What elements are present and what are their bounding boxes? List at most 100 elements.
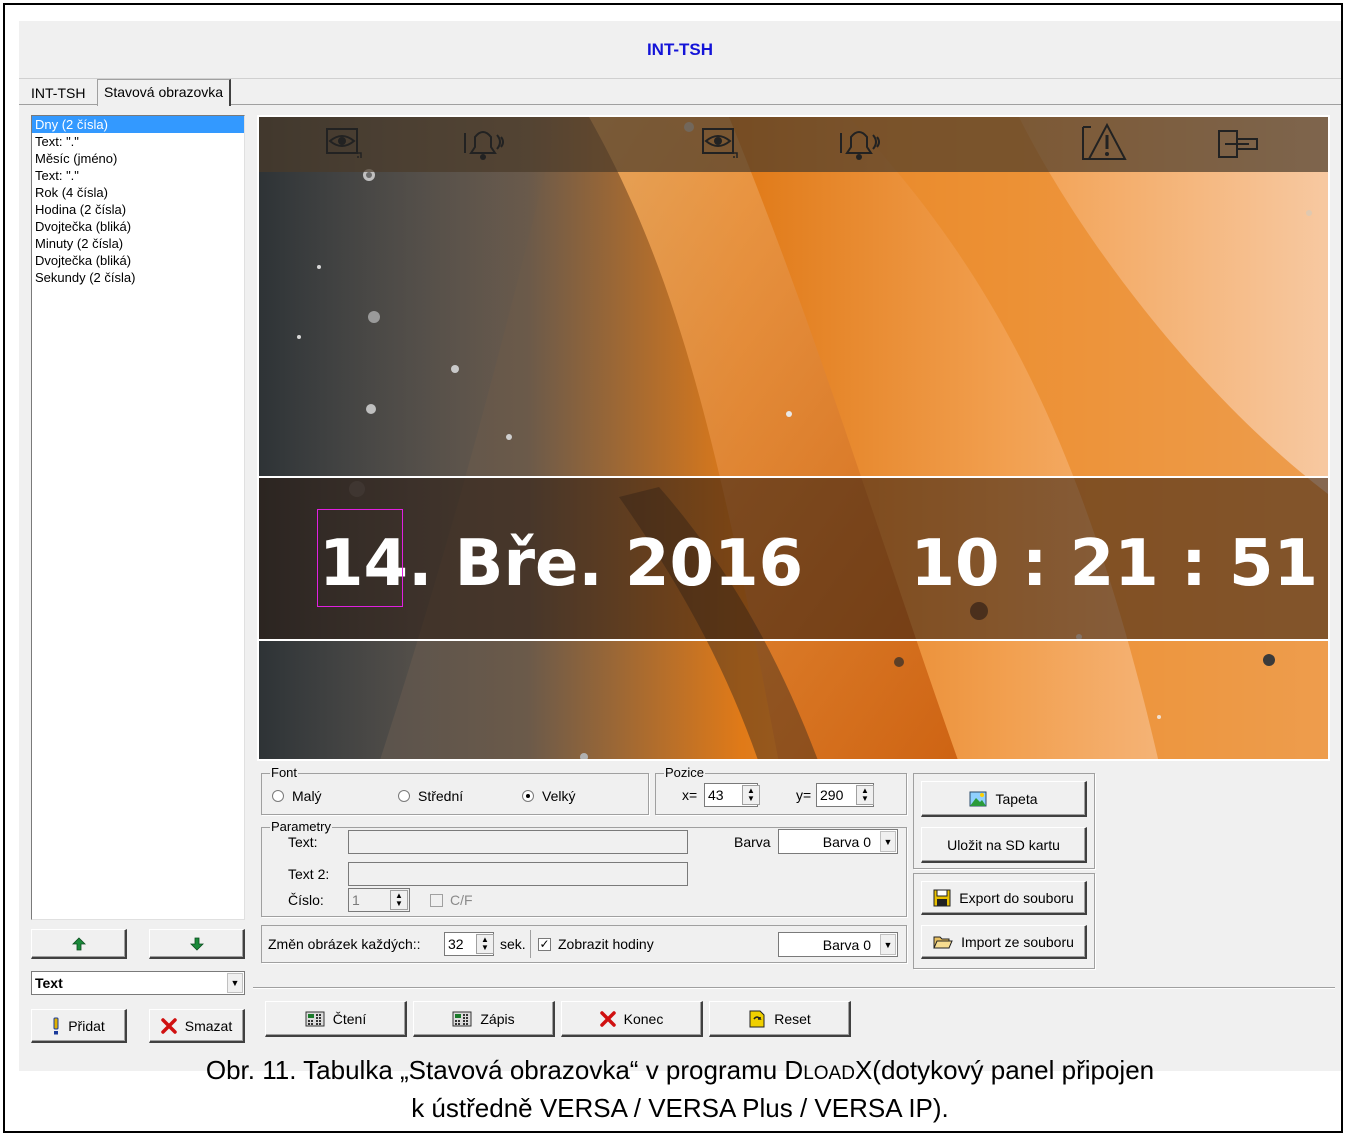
add-button-label: Přidat: [68, 1017, 105, 1034]
export-button-label: Export do souboru: [959, 889, 1074, 906]
position-group-label: Pozice: [664, 765, 706, 780]
show-clock-label: Zobrazit hodiny: [558, 936, 654, 952]
tab-strip: INT-TSH Stavová obrazovka: [19, 79, 1341, 106]
clock-color-select[interactable]: Barva 0 ▼: [778, 932, 898, 957]
move-down-button[interactable]: [149, 929, 245, 959]
app-window: INT-TSH INT-TSH Stavová obrazovka Dny (2…: [19, 21, 1341, 1071]
plug-icon: [1215, 127, 1263, 168]
color-select-value: Barva 0: [822, 833, 871, 850]
radio-indicator: [272, 790, 284, 802]
caption-smallcaps: LOAD: [803, 1063, 855, 1084]
params-group: Parametry Text: Barva Barva 0 ▼ Text 2: …: [261, 819, 907, 917]
list-item[interactable]: Dny (2 čísla): [32, 116, 244, 133]
font-small-label: Malý: [292, 788, 322, 804]
warning-icon: [1077, 121, 1129, 170]
element-type-value: Text: [35, 975, 63, 991]
delete-button[interactable]: Smazat: [149, 1009, 245, 1043]
folder-open-icon: [933, 934, 953, 950]
read-button-label: Čtení: [332, 1010, 367, 1027]
clock-color-value: Barva 0: [822, 936, 871, 953]
show-clock-checkbox[interactable]: ✓: [538, 938, 551, 951]
text-label: Text:: [288, 834, 318, 850]
tab-int-tsh[interactable]: INT-TSH: [25, 81, 91, 105]
divider: [530, 930, 531, 958]
exclamation-icon: [52, 1017, 60, 1035]
chevron-down-icon: ▼: [227, 973, 243, 993]
close-icon: [599, 1010, 616, 1027]
delete-button-label: Smazat: [184, 1017, 233, 1034]
chevron-down-icon: ▼: [880, 934, 896, 955]
text2-label: Text 2:: [288, 866, 330, 882]
read-button[interactable]: Čtení: [265, 1001, 407, 1037]
font-group: Font Malý Střední Velký: [261, 765, 649, 815]
caption-prefix: Obr. 11. Tabulka „Stavová obrazovka“ v p…: [205, 1055, 804, 1085]
tab-status-screen[interactable]: Stavová obrazovka: [97, 79, 232, 106]
list-item[interactable]: Text: ".": [32, 133, 244, 150]
save-sd-button[interactable]: Uložit na SD kartu: [921, 827, 1087, 863]
caption-line-1: Obr. 11. Tabulka „Stavová obrazovka“ v p…: [5, 1053, 1350, 1091]
selection-highlight-box: [317, 509, 403, 607]
y-spinner[interactable]: ▲ ▼: [856, 785, 874, 805]
list-item[interactable]: Minuty (2 čísla): [32, 235, 244, 252]
change-image-label: Změn obrázek každých::: [268, 936, 421, 952]
font-group-label: Font: [270, 765, 299, 780]
font-medium-radio[interactable]: Střední: [398, 788, 463, 804]
write-button-label: Zápis: [480, 1010, 515, 1027]
list-item[interactable]: Dvojtečka (bliká): [32, 218, 244, 235]
text2-field[interactable]: [348, 862, 688, 886]
write-button[interactable]: Zápis: [413, 1001, 555, 1037]
floppy-disk-icon: [933, 889, 951, 907]
color-select[interactable]: Barva 0 ▼: [778, 829, 898, 854]
reset-button[interactable]: Reset: [709, 1001, 851, 1037]
list-item[interactable]: Dvojtečka (bliká): [32, 252, 244, 269]
bell-icon: [461, 123, 509, 168]
cf-checkbox[interactable]: [430, 894, 443, 907]
caption-suffix: X(dotykový panel připojen: [854, 1055, 1155, 1085]
radio-indicator: [398, 790, 410, 802]
end-button-label: Konec: [623, 1010, 664, 1027]
element-type-select[interactable]: Text ▼: [31, 971, 245, 995]
caption-line-2: k ústředně VERSA / VERSA Plus / VERSA IP…: [411, 1093, 949, 1123]
list-item[interactable]: Rok (4 čísla): [32, 184, 244, 201]
reset-button-label: Reset: [774, 1010, 811, 1027]
font-large-radio[interactable]: Velký: [522, 788, 575, 804]
status-screen-preview: 14. Bře. 2016 10 : 21 : 51: [257, 115, 1330, 761]
params-group-label: Parametry: [270, 819, 332, 834]
x-spinner[interactable]: ▲ ▼: [742, 785, 760, 805]
image-icon: [969, 791, 987, 807]
list-item[interactable]: Hodina (2 čísla): [32, 201, 244, 218]
keypad-icon: [305, 1011, 325, 1027]
cf-label: C/F: [450, 892, 473, 908]
number-spinner[interactable]: ▲ ▼: [390, 890, 408, 910]
color-label: Barva: [734, 834, 771, 850]
element-list[interactable]: Dny (2 čísla) Text: "." Měsíc (jméno) Te…: [31, 115, 245, 920]
keypad-icon: [452, 1011, 472, 1027]
chevron-down-icon: ▼: [880, 831, 896, 852]
wallpaper-button[interactable]: Tapeta: [921, 781, 1087, 817]
seconds-spinner[interactable]: ▲ ▼: [476, 934, 494, 954]
time-display: 10 : 21 : 51: [910, 527, 1319, 601]
wallpaper-image: [259, 117, 1328, 759]
x-label: x=: [682, 787, 698, 803]
end-button[interactable]: Konec: [561, 1001, 703, 1037]
seconds-unit: sek.: [500, 936, 526, 952]
import-button[interactable]: Import ze souboru: [921, 925, 1087, 959]
export-button[interactable]: Export do souboru: [921, 881, 1087, 915]
save-sd-button-label: Uložit na SD kartu: [947, 836, 1060, 853]
wallpaper-button-label: Tapeta: [995, 790, 1038, 807]
date-rest: . Bře. 2016: [408, 527, 804, 601]
add-button[interactable]: Přidat: [31, 1009, 127, 1043]
radio-indicator: [522, 790, 534, 802]
move-up-button[interactable]: [31, 929, 127, 959]
eye-icon: [699, 125, 741, 166]
figure-frame: INT-TSH INT-TSH Stavová obrazovka Dny (2…: [3, 3, 1343, 1133]
font-large-label: Velký: [542, 788, 576, 804]
reset-icon: [748, 1009, 766, 1029]
position-group: Pozice x= 43 ▲ ▼ y= 290 ▲ ▼: [655, 765, 907, 815]
text-field[interactable]: [348, 830, 688, 854]
list-item[interactable]: Měsíc (jméno): [32, 150, 244, 167]
bell-icon: [837, 123, 885, 168]
list-item[interactable]: Text: ".": [32, 167, 244, 184]
list-item[interactable]: Sekundy (2 čísla): [32, 269, 244, 286]
font-small-radio[interactable]: Malý: [272, 788, 322, 804]
